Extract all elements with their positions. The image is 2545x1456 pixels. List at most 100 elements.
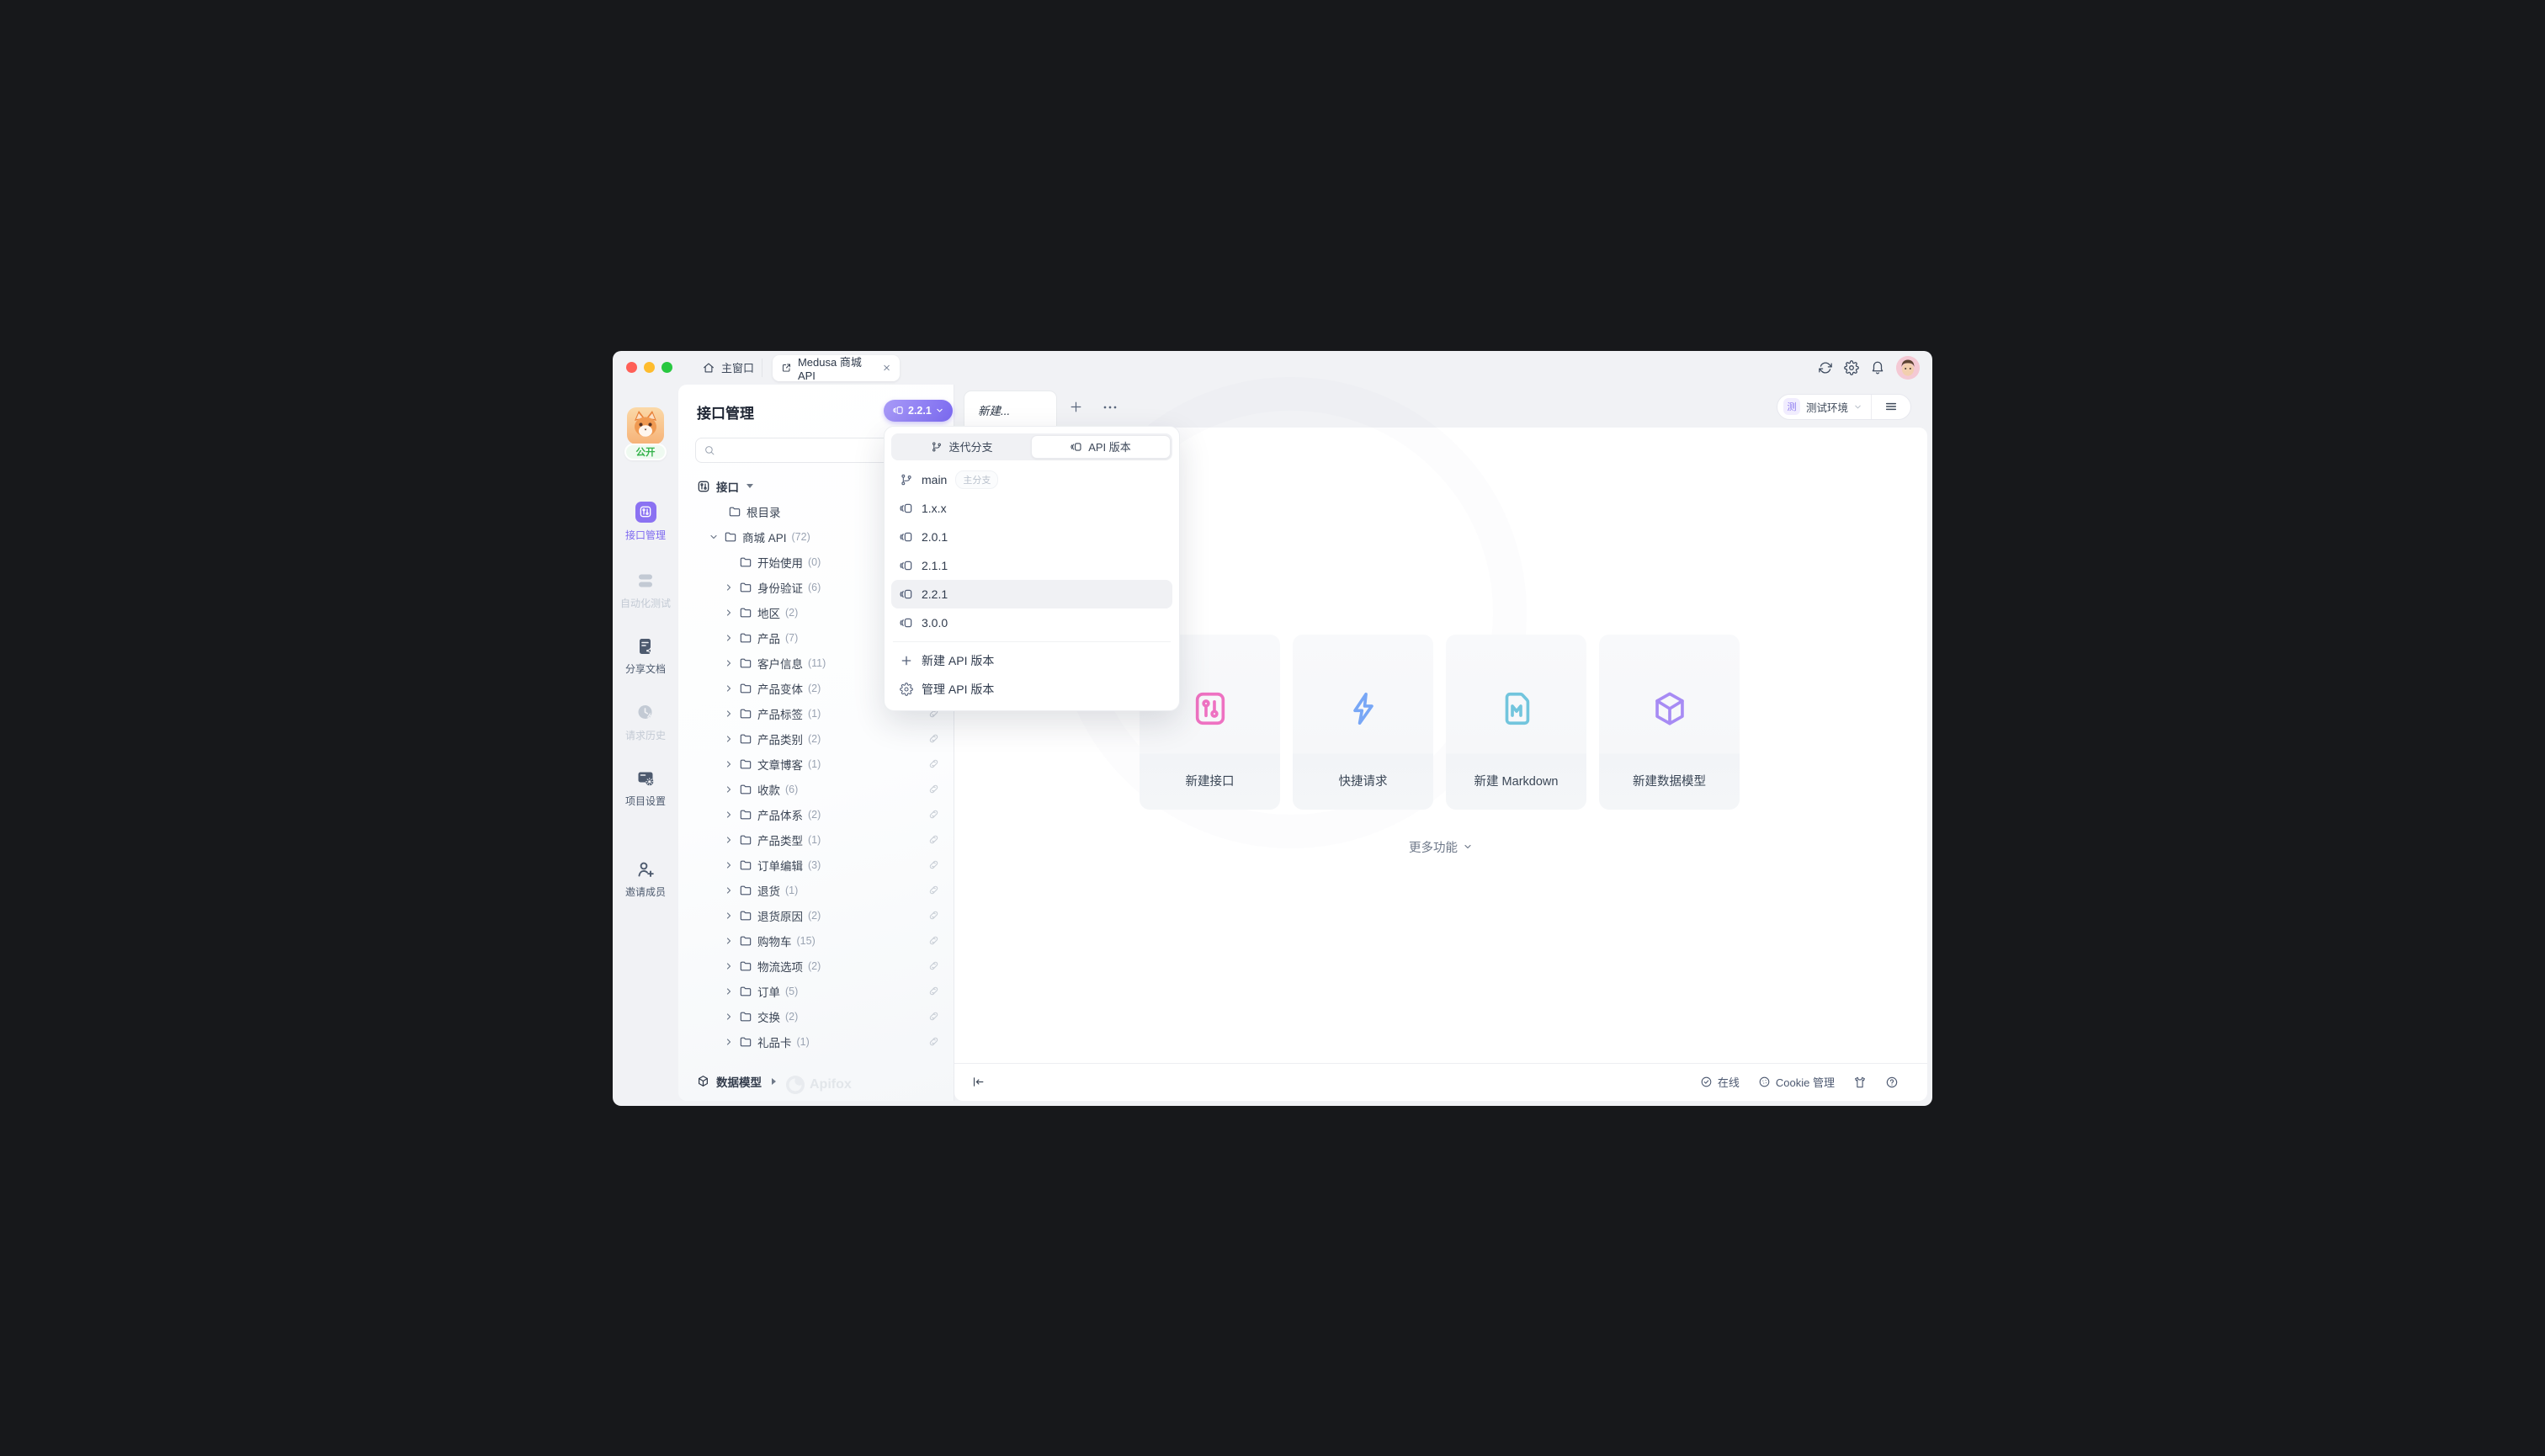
tree-row-count: (2) <box>808 733 821 745</box>
version-item[interactable]: 3.0.0 <box>891 608 1172 637</box>
more-features-label: 更多功能 <box>1409 838 1458 856</box>
tree-row-folder[interactable]: 物流选项 (2) <box>678 954 954 979</box>
project-tab[interactable]: Medusa 商城 API <box>773 355 900 381</box>
chevron-right-icon[interactable] <box>724 683 734 693</box>
chevron-right-icon[interactable] <box>724 658 734 668</box>
collapse-sidebar-icon[interactable] <box>971 1075 986 1089</box>
link-icon[interactable] <box>927 808 940 821</box>
add-tab-button[interactable] <box>1069 400 1083 414</box>
manage-api-version-label: 管理 API 版本 <box>922 681 994 698</box>
chevron-right-icon[interactable] <box>724 759 734 769</box>
tree-row-folder[interactable]: 文章博客 (1) <box>678 752 954 777</box>
sidebar-item-project-settings[interactable]: 项目设置 <box>613 768 678 808</box>
sidebar-item-api-management[interactable]: 接口管理 <box>613 502 678 542</box>
folder-icon <box>728 505 741 518</box>
user-avatar[interactable] <box>1896 356 1920 380</box>
data-models-section[interactable]: 数据模型 <box>678 1062 954 1101</box>
link-icon[interactable] <box>927 833 940 846</box>
sidebar-item-share-docs[interactable]: 分享文档 <box>613 636 678 676</box>
tree-row-folder[interactable]: 订单 (5) <box>678 979 954 1004</box>
link-icon[interactable] <box>927 934 940 947</box>
tree-section-header[interactable]: 接口 <box>678 474 753 499</box>
link-icon[interactable] <box>927 757 940 770</box>
chevron-right-icon[interactable] <box>724 784 734 794</box>
tshirt-theme-icon[interactable] <box>1853 1076 1867 1089</box>
tab-iteration-branch[interactable]: 迭代分支 <box>893 435 1031 459</box>
chevron-right-icon[interactable] <box>724 734 734 744</box>
tree-row-folder[interactable]: 产品体系 (2) <box>678 802 954 827</box>
tree-row-folder[interactable]: 产品类型 (1) <box>678 827 954 853</box>
traffic-zoom-button[interactable] <box>661 362 672 373</box>
link-icon[interactable] <box>927 783 940 795</box>
link-icon[interactable] <box>927 985 940 997</box>
tab-api-version[interactable]: API 版本 <box>1031 435 1171 459</box>
new-api-version-button[interactable]: 新建 API 版本 <box>891 646 1172 675</box>
version-badge-button[interactable]: 2.2.1 <box>884 400 953 422</box>
link-icon[interactable] <box>927 959 940 972</box>
version-item[interactable]: 1.x.x <box>891 494 1172 523</box>
version-item[interactable]: 2.0.1 <box>891 523 1172 551</box>
more-tabs-button[interactable] <box>1102 404 1118 411</box>
layout-menu-button[interactable] <box>1872 400 1910 413</box>
tree-row-label: 产品体系 <box>757 806 803 823</box>
main-window-tab[interactable]: 主窗口 <box>702 358 754 378</box>
chevron-right-icon[interactable] <box>724 1037 734 1047</box>
tree-row-folder[interactable]: 收款 (6) <box>678 777 954 802</box>
chevron-right-icon[interactable] <box>724 986 734 996</box>
online-status[interactable]: 在线 <box>1700 1074 1740 1090</box>
chevron-right-icon[interactable] <box>724 633 734 643</box>
new-markdown-card[interactable]: 新建 Markdown <box>1446 635 1586 810</box>
more-features-button[interactable]: 更多功能 <box>954 838 1927 856</box>
sidebar-item-request-history[interactable]: 请求历史 <box>613 703 678 742</box>
link-icon[interactable] <box>927 732 940 745</box>
traffic-minimize-button[interactable] <box>644 362 655 373</box>
new-data-model-card[interactable]: 新建数据模型 <box>1599 635 1740 810</box>
chevron-right-icon[interactable] <box>724 835 734 845</box>
notifications-bell-icon[interactable] <box>1870 360 1885 375</box>
link-icon[interactable] <box>927 909 940 922</box>
help-icon[interactable] <box>1885 1076 1899 1089</box>
version-item-selected[interactable]: 2.2.1 <box>891 580 1172 608</box>
sidebar-item-automated-testing[interactable]: 自动化测试 <box>613 571 678 610</box>
link-icon[interactable] <box>927 1010 940 1023</box>
close-tab-icon[interactable] <box>882 363 891 373</box>
chevron-right-icon[interactable] <box>724 961 734 971</box>
chevron-right-icon[interactable] <box>724 709 734 719</box>
quick-request-card[interactable]: 快捷请求 <box>1293 635 1433 810</box>
tree-row-label: 产品标签 <box>757 705 803 722</box>
traffic-close-button[interactable] <box>626 362 637 373</box>
tree-row-folder[interactable]: 退货 (1) <box>678 878 954 903</box>
refresh-icon[interactable] <box>1818 360 1833 375</box>
versions-icon <box>900 616 913 630</box>
versions-icon <box>900 530 913 544</box>
project-avatar[interactable] <box>627 407 664 444</box>
tree-row-folder[interactable]: 产品类别 (2) <box>678 726 954 752</box>
tree-row-folder[interactable]: 退货原因 (2) <box>678 903 954 928</box>
chevron-right-icon[interactable] <box>724 1012 734 1022</box>
chevron-down-icon[interactable] <box>709 532 719 542</box>
card-label: 新建 Markdown <box>1446 772 1586 789</box>
link-icon[interactable] <box>927 858 940 871</box>
tree-row-folder[interactable]: 购物车 (15) <box>678 928 954 954</box>
new-api-icon <box>1191 689 1230 728</box>
chevron-right-icon[interactable] <box>724 936 734 946</box>
manage-api-version-button[interactable]: 管理 API 版本 <box>891 675 1172 704</box>
cookie-manager-button[interactable]: Cookie 管理 <box>1758 1074 1835 1090</box>
branch-item-main[interactable]: main 主分支 <box>891 465 1172 494</box>
chevron-right-icon[interactable] <box>724 582 734 592</box>
settings-gear-icon[interactable] <box>1844 360 1859 375</box>
chevron-right-icon[interactable] <box>724 810 734 820</box>
chevron-right-icon[interactable] <box>724 860 734 870</box>
environment-selector[interactable]: 测 测试环境 <box>1777 394 1911 420</box>
tree-row-folder[interactable]: 订单编辑 (3) <box>678 853 954 878</box>
sidebar-item-invite-members[interactable]: 邀请成员 <box>613 859 678 899</box>
chevron-right-icon[interactable] <box>724 885 734 895</box>
version-item[interactable]: 2.1.1 <box>891 551 1172 580</box>
link-icon[interactable] <box>927 1035 940 1048</box>
link-icon[interactable] <box>927 884 940 896</box>
new-tab[interactable]: 新建... <box>964 391 1057 428</box>
chevron-right-icon[interactable] <box>724 911 734 921</box>
chevron-right-icon[interactable] <box>724 608 734 618</box>
tree-row-folder[interactable]: 礼品卡 (1) <box>678 1029 954 1055</box>
tree-row-folder[interactable]: 交换 (2) <box>678 1004 954 1029</box>
